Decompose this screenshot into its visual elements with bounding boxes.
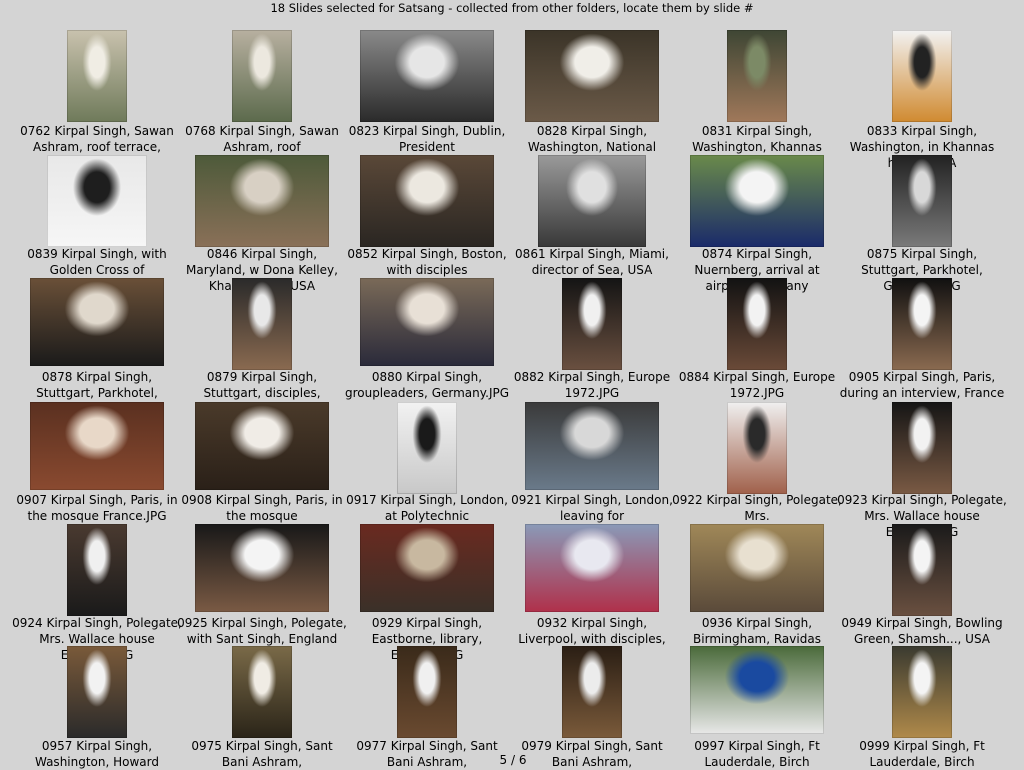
slide-thumbnail[interactable] [892,278,952,370]
slide-caption[interactable]: 0905 Kirpal Singh, Paris, during an inte… [837,369,1007,401]
slide-caption[interactable]: 0949 Kirpal Singh, Bowling Green, Shamsh… [837,615,1007,647]
slide-caption[interactable]: 0882 Kirpal Singh, Europe 1972.JPG [507,369,677,401]
slide-caption[interactable]: 0936 Kirpal Singh, Birmingham, Ravidas [672,615,842,647]
slide-thumbnail[interactable] [232,646,292,738]
slide-caption[interactable]: 0921 Kirpal Singh, London, leaving for [507,492,677,524]
slide-thumbnail[interactable] [892,155,952,247]
slide-thumbnail[interactable] [195,402,329,490]
slide-caption[interactable]: 0768 Kirpal Singh, Sawan Ashram, roof [177,123,347,155]
slide-thumbnail[interactable] [892,402,952,494]
slide-caption[interactable]: 0977 Kirpal Singh, Sant Bani Ashram, [342,738,512,770]
slide-thumbnail[interactable] [538,155,646,247]
slide-thumbnail[interactable] [195,155,329,247]
slide-thumbnail[interactable] [892,30,952,122]
slide-thumbnail[interactable] [30,402,164,490]
slide-thumbnail[interactable] [525,30,659,122]
slide-thumbnail[interactable] [562,646,622,738]
slide-caption[interactable]: 0925 Kirpal Singh, Polegate, with Sant S… [177,615,347,647]
slide-thumbnail[interactable] [525,524,659,612]
page-indicator: 5 / 6 [499,753,527,767]
slide-thumbnail[interactable] [232,278,292,370]
slide-thumbnail[interactable] [30,278,164,366]
thumbnail-grid: 0762 Kirpal Singh, Sawan Ashram, roof te… [0,0,1024,770]
slide-caption[interactable]: 0880 Kirpal Singh, groupleaders, Germany… [342,369,512,401]
slide-caption[interactable]: 0839 Kirpal Singh, with Golden Cross of [12,246,182,278]
slide-thumbnail[interactable] [360,30,494,122]
slide-thumbnail[interactable] [360,155,494,247]
slide-caption[interactable]: 0823 Kirpal Singh, Dublin, President [342,123,512,155]
slide-caption[interactable]: 0922 Kirpal Singh, Polegate, Mrs. [672,492,842,524]
slide-thumbnail[interactable] [690,524,824,612]
slide-caption[interactable]: 0999 Kirpal Singh, Ft Lauderdale, Birch [837,738,1007,770]
slide-caption[interactable]: 0861 Kirpal Singh, Miami, director of Se… [507,246,677,278]
slide-caption[interactable]: 0907 Kirpal Singh, Paris, in the mosque … [12,492,182,524]
slide-thumbnail[interactable] [195,524,329,612]
slide-thumbnail[interactable] [892,646,952,738]
slide-caption[interactable]: 0879 Kirpal Singh, Stuttgart, disciples, [177,369,347,401]
slide-thumbnail[interactable] [727,278,787,370]
slide-thumbnail[interactable] [727,402,787,494]
slide-caption[interactable]: 0975 Kirpal Singh, Sant Bani Ashram, [177,738,347,770]
slide-thumbnail[interactable] [690,646,824,734]
slide-caption[interactable]: 0908 Kirpal Singh, Paris, in the mosque [177,492,347,524]
slide-caption[interactable]: 0997 Kirpal Singh, Ft Lauderdale, Birch [672,738,842,770]
slide-thumbnail[interactable] [562,278,622,370]
slide-thumbnail[interactable] [525,402,659,490]
slide-thumbnail[interactable] [397,402,457,494]
slide-thumbnail[interactable] [232,30,292,122]
slide-thumbnail[interactable] [690,155,824,247]
slide-thumbnail[interactable] [727,30,787,122]
slide-caption[interactable]: 0884 Kirpal Singh, Europe 1972.JPG [672,369,842,401]
slide-thumbnail[interactable] [47,155,147,247]
slide-thumbnail[interactable] [397,646,457,738]
slide-thumbnail[interactable] [67,30,127,122]
slide-caption[interactable]: 0878 Kirpal Singh, Stuttgart, Parkhotel, [12,369,182,401]
slide-thumbnail[interactable] [892,524,952,616]
slide-thumbnail[interactable] [360,524,494,612]
slide-caption[interactable]: 0831 Kirpal Singh, Washington, Khannas [672,123,842,155]
slide-thumbnail[interactable] [360,278,494,366]
slide-caption[interactable]: 0957 Kirpal Singh, Washington, Howard [12,738,182,770]
slide-caption[interactable]: 0852 Kirpal Singh, Boston, with disciple… [342,246,512,278]
slide-thumbnail[interactable] [67,524,127,616]
slide-caption[interactable]: 0917 Kirpal Singh, London, at Polytechni… [342,492,512,524]
slide-thumbnail[interactable] [67,646,127,738]
